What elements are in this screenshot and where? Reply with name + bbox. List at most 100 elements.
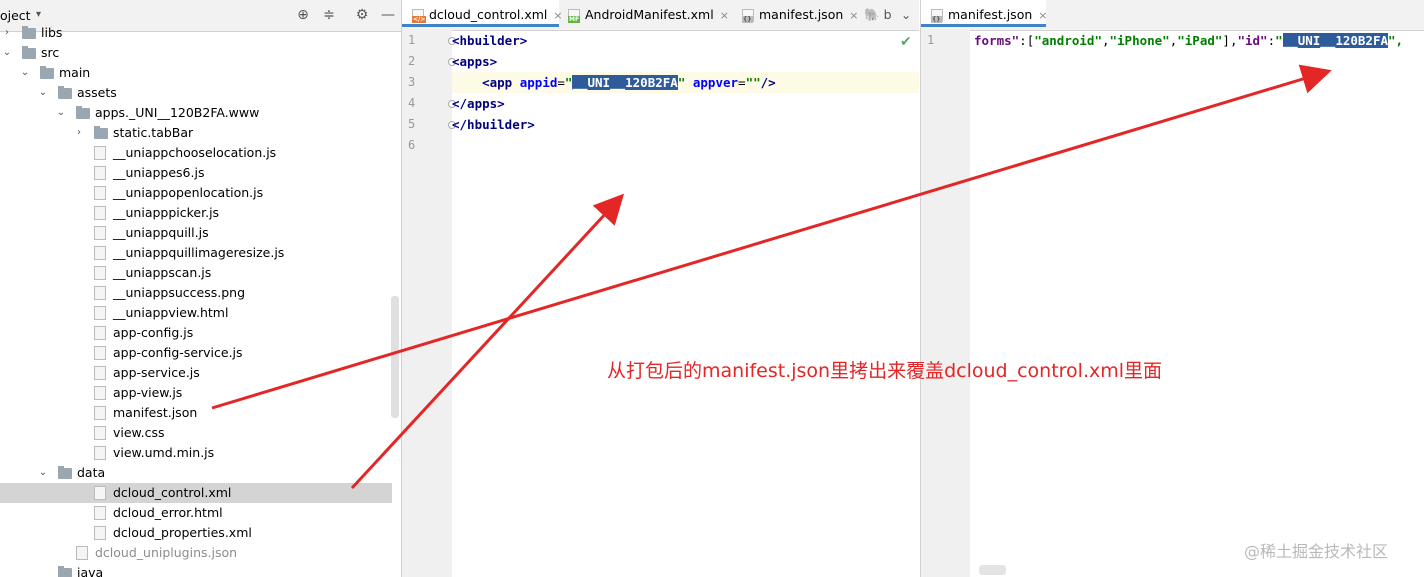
code-line: </apps> bbox=[452, 96, 505, 111]
tab-overflow[interactable]: 🐘 b bbox=[864, 0, 892, 30]
tree-item-label: java bbox=[77, 565, 104, 577]
tree-item-label: app-service.js bbox=[113, 365, 200, 380]
collapse-all-icon[interactable]: ≑ bbox=[320, 6, 338, 24]
line-number-gutter: 1 2 3 4 5 6 bbox=[402, 30, 456, 577]
tree-item-label: __uniappquill.js bbox=[113, 225, 209, 240]
tree-item-label: dcloud_uniplugins.json bbox=[95, 545, 238, 560]
tree-folder[interactable]: › static.tabBar bbox=[0, 123, 392, 143]
tree-file[interactable]: __uniappopenlocation.js bbox=[0, 183, 392, 203]
chevron-right-icon[interactable]: › bbox=[74, 123, 84, 143]
editor-dcloud-control: </> dcloud_control.xml × MF AndroidManifest… bbox=[402, 0, 919, 577]
watermark: @稀土掘金技术社区 bbox=[1244, 542, 1389, 561]
tree-item-label: app-view.js bbox=[113, 385, 183, 400]
folder-icon bbox=[40, 66, 54, 79]
folder-icon bbox=[58, 566, 72, 577]
tree-file[interactable]: __uniappquill.js bbox=[0, 223, 392, 243]
tree-folder[interactable]: ⌄ apps._UNI__120B2FA.www bbox=[0, 103, 392, 123]
tree-item-label: src bbox=[41, 45, 60, 60]
tree-item-label: assets bbox=[77, 85, 117, 100]
tree-file[interactable]: dcloud_error.html bbox=[0, 503, 392, 523]
code-area[interactable]: forms":["android","iPhone","iPad"],"id":… bbox=[970, 30, 1424, 577]
json-file-icon: {} bbox=[931, 9, 943, 23]
chevron-down-icon[interactable]: ⌄ bbox=[38, 83, 48, 103]
tree-file[interactable]: __uniappes6.js bbox=[0, 163, 392, 183]
js-icon bbox=[94, 166, 106, 180]
tree-file[interactable]: app-config-service.js bbox=[0, 343, 392, 363]
close-icon[interactable]: × bbox=[553, 9, 562, 22]
tab-manifest-json[interactable]: {} manifest.json × bbox=[742, 0, 858, 30]
folder-icon bbox=[58, 466, 72, 479]
tree-item-label: dcloud_control.xml bbox=[113, 485, 232, 500]
tree-file[interactable]: view.umd.min.js bbox=[0, 443, 392, 463]
tree-item-label: __uniapppicker.js bbox=[113, 205, 220, 220]
tree-file[interactable]: app-view.js bbox=[0, 383, 392, 403]
css-icon bbox=[94, 426, 106, 440]
line-number: 1 bbox=[408, 33, 416, 47]
js-icon bbox=[94, 346, 106, 360]
folder-icon bbox=[76, 106, 90, 119]
js-icon bbox=[94, 146, 106, 160]
chevron-down-icon[interactable]: ▾ bbox=[36, 9, 41, 20]
tree-folder[interactable]: › libs bbox=[0, 23, 392, 43]
tree-item-label: view.css bbox=[113, 425, 165, 440]
tree-file[interactable]: view.css bbox=[0, 423, 392, 443]
chevron-down-icon[interactable]: ⌄ bbox=[20, 63, 30, 83]
close-icon[interactable]: × bbox=[1038, 9, 1047, 22]
folder-icon bbox=[94, 126, 108, 139]
code-area[interactable]: <hbuilder> <apps> <app appid="__UNI__120… bbox=[452, 30, 919, 577]
close-icon[interactable]: × bbox=[849, 9, 858, 22]
tree-file[interactable]: app-config.js bbox=[0, 323, 392, 343]
tree-file[interactable]: __uniappsuccess.png bbox=[0, 283, 392, 303]
xml-icon bbox=[94, 526, 106, 540]
js-icon bbox=[94, 186, 106, 200]
tree-file[interactable]: __uniappchooselocation.js bbox=[0, 143, 392, 163]
tree-file[interactable]: dcloud_control.xml bbox=[0, 483, 392, 503]
gear-icon[interactable]: ⚙ bbox=[353, 6, 371, 24]
tree-file[interactable]: __uniappscan.js bbox=[0, 263, 392, 283]
selected-id-value: __UNI__120B2FA bbox=[1282, 33, 1388, 48]
locate-icon[interactable]: ⊕ bbox=[294, 6, 312, 24]
inspection-ok-icon[interactable]: ✔ bbox=[900, 34, 912, 50]
tree-file[interactable]: __uniapppicker.js bbox=[0, 203, 392, 223]
project-view-title[interactable]: oject bbox=[0, 8, 31, 23]
tab-list-chevron-icon[interactable]: ⌄ bbox=[901, 0, 911, 30]
js-icon bbox=[94, 366, 106, 380]
tree-file[interactable]: __uniappquillimageresize.js bbox=[0, 243, 392, 263]
chevron-right-icon[interactable]: › bbox=[2, 23, 12, 43]
folder-icon bbox=[22, 26, 36, 39]
chevron-down-icon[interactable]: ⌄ bbox=[56, 103, 66, 123]
code-line: <apps> bbox=[452, 54, 498, 69]
tab-dcloud-control-xml[interactable]: </> dcloud_control.xml × bbox=[402, 0, 563, 27]
json-file-icon: {} bbox=[742, 9, 754, 23]
manifest-file-icon: MF bbox=[568, 9, 581, 23]
horizontal-scrollbar[interactable] bbox=[979, 565, 1006, 575]
tree-file[interactable]: manifest.json bbox=[0, 403, 392, 423]
code-line: <hbuilder> bbox=[452, 33, 528, 48]
tree-folder[interactable]: ⌄ assets bbox=[0, 83, 392, 103]
tree-item-label: dcloud_properties.xml bbox=[113, 525, 252, 540]
tree-file[interactable]: __uniappview.html bbox=[0, 303, 392, 323]
minimize-icon[interactable]: — bbox=[379, 6, 397, 24]
tab-androidmanifest-xml[interactable]: MF AndroidManifest.xml × bbox=[568, 0, 729, 30]
tree-item-label: view.umd.min.js bbox=[113, 445, 215, 460]
tree-folder[interactable]: ⌄ data bbox=[0, 463, 392, 483]
tree-folder[interactable]: ⌄ main bbox=[0, 63, 392, 83]
tree-folder[interactable]: java bbox=[0, 563, 392, 577]
chevron-down-icon[interactable]: ⌄ bbox=[38, 463, 48, 483]
close-icon[interactable]: × bbox=[720, 9, 729, 22]
tree-item-label: app-config-service.js bbox=[113, 345, 243, 360]
tree-file[interactable]: app-service.js bbox=[0, 363, 392, 383]
tree-item-label: __uniappview.html bbox=[113, 305, 229, 320]
tree-item-label: apps._UNI__120B2FA.www bbox=[95, 105, 260, 120]
js-icon bbox=[94, 386, 106, 400]
tree-file[interactable]: dcloud_properties.xml bbox=[0, 523, 392, 543]
line-number: 6 bbox=[408, 138, 416, 152]
line-number: 5 bbox=[408, 117, 416, 131]
project-scrollbar[interactable] bbox=[391, 296, 399, 418]
tree-item-label: __uniappquillimageresize.js bbox=[113, 245, 285, 260]
tab-manifest-json[interactable]: {} manifest.json × bbox=[921, 0, 1047, 27]
chevron-down-icon[interactable]: ⌄ bbox=[2, 43, 12, 63]
xml-icon bbox=[94, 486, 106, 500]
tree-file[interactable]: dcloud_uniplugins.json bbox=[0, 543, 392, 563]
tree-folder[interactable]: ⌄ src bbox=[0, 43, 392, 63]
